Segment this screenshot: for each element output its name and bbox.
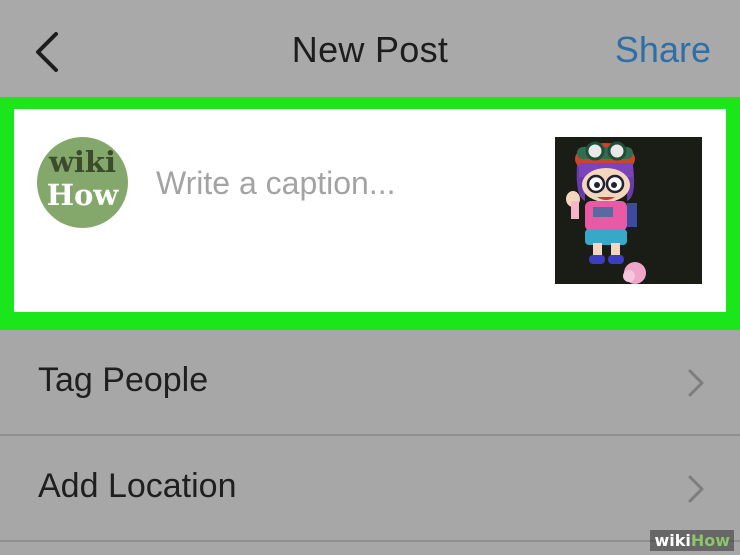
share-button[interactable]: Share — [615, 29, 711, 71]
avatar-text-top: wiki — [48, 145, 117, 179]
figurine-image — [555, 137, 702, 284]
avatar-text-bottom: How — [46, 178, 119, 212]
tag-people-row[interactable]: Tag People — [0, 330, 740, 434]
add-location-label: Add Location — [38, 467, 237, 505]
add-location-row[interactable]: Add Location — [0, 436, 740, 540]
photo-thumbnail[interactable] — [555, 137, 702, 284]
highlight-frame: wiki How — [0, 97, 740, 330]
chevron-right-icon — [688, 369, 704, 397]
compose-area: wiki How — [14, 109, 726, 312]
navigation-bar: New Post Share — [0, 0, 740, 97]
row-divider — [0, 540, 740, 542]
tag-people-label: Tag People — [38, 361, 209, 399]
wikihow-watermark: wikiHow — [650, 530, 734, 551]
caption-input[interactable] — [156, 165, 526, 202]
chevron-right-icon — [688, 475, 704, 503]
watermark-text-wiki: wiki — [654, 531, 691, 550]
watermark-text-how: How — [690, 531, 730, 550]
avatar: wiki How — [37, 137, 128, 228]
